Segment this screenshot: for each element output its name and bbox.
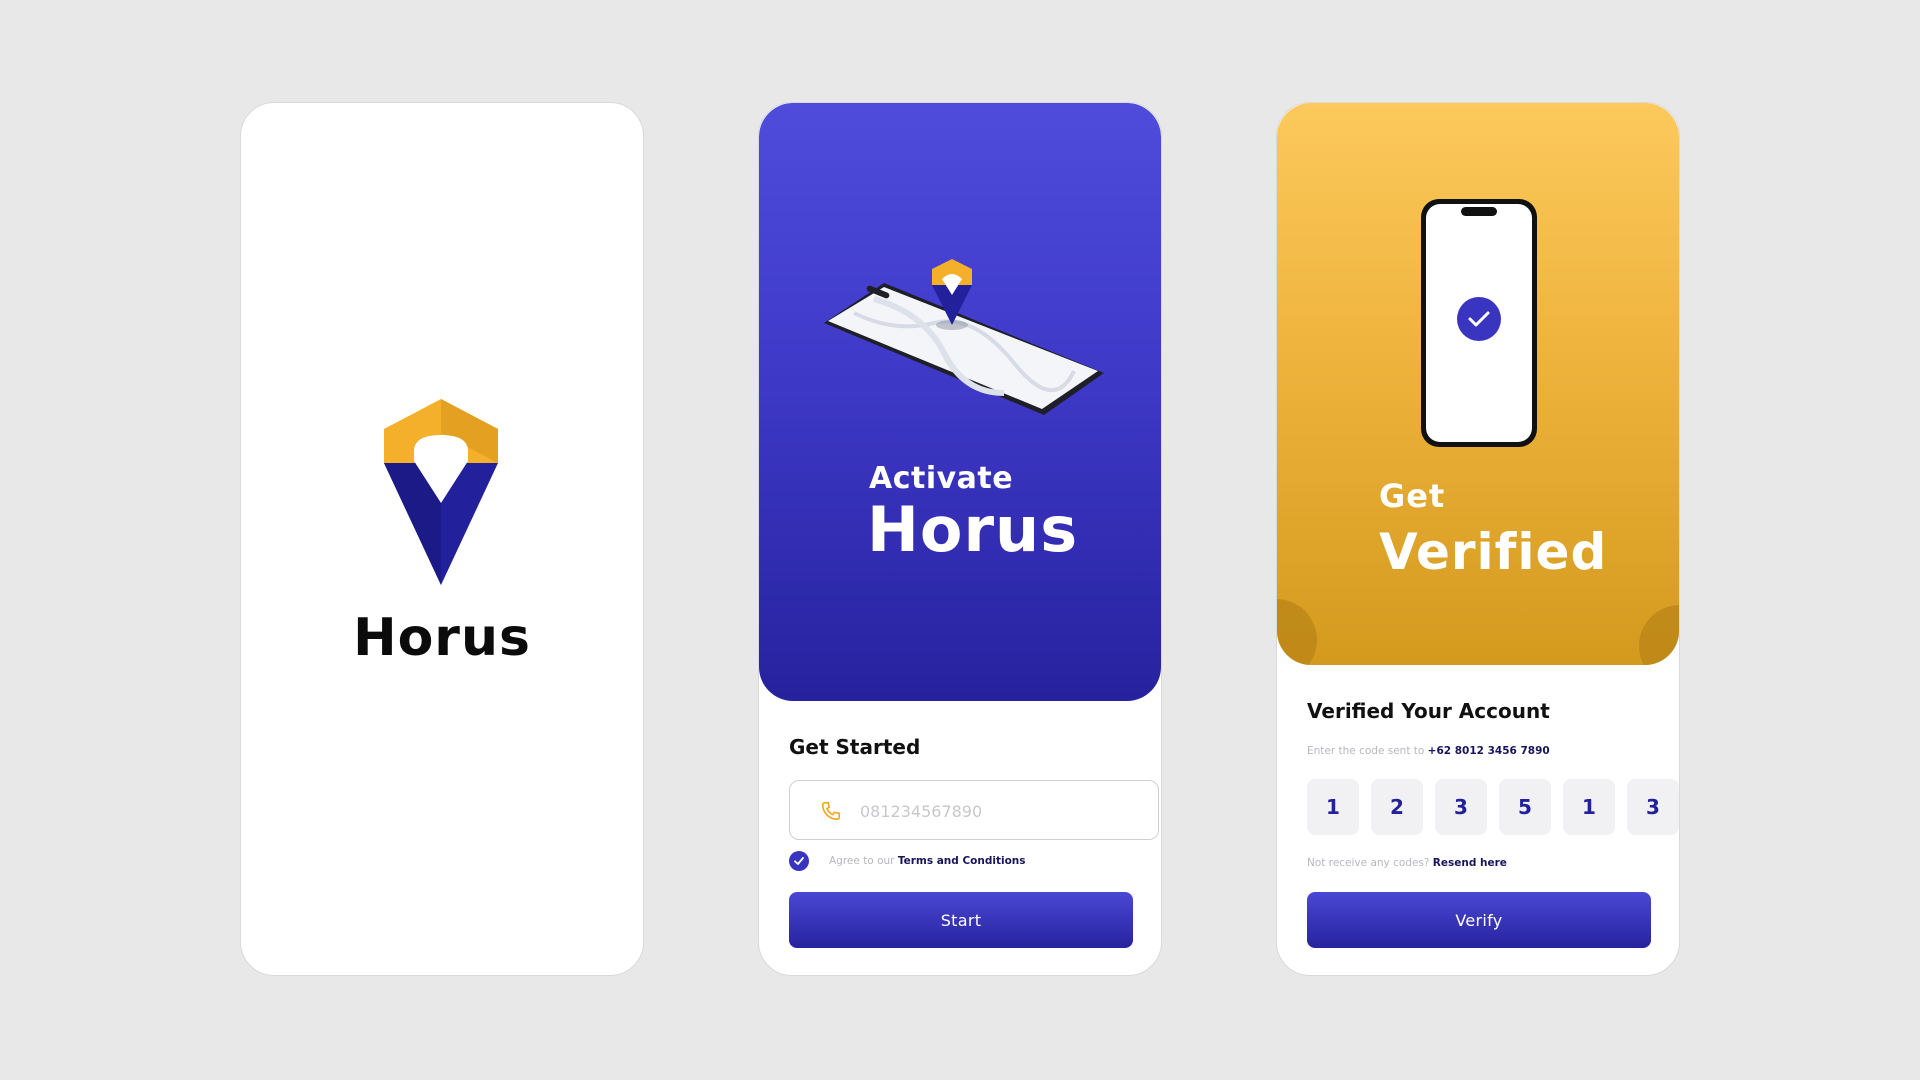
verify-button[interactable]: Verify <box>1307 892 1651 948</box>
terms-checkbox[interactable] <box>789 851 809 871</box>
start-button[interactable]: Start <box>789 892 1133 948</box>
code-sent-info: Enter the code sent to +62 8012 3456 789… <box>1307 745 1550 757</box>
verify-screen-card: Get Verified Verified Your Account Enter… <box>1276 102 1680 976</box>
terms-prefix: Agree to our <box>829 855 898 867</box>
otp-digit-box[interactable]: 1 <box>1563 779 1615 835</box>
phone-number-field[interactable] <box>789 780 1159 840</box>
hero-subtitle: Activate <box>869 461 1014 496</box>
code-info-prefix: Enter the code sent to <box>1307 745 1428 757</box>
otp-code-row: 1 2 3 5 1 3 <box>1307 779 1679 835</box>
section-title: Verified Your Account <box>1307 699 1550 723</box>
verify-hero: Get Verified <box>1277 103 1679 665</box>
phone-input[interactable] <box>858 795 1142 827</box>
splash-screen-card: Horus <box>240 102 644 976</box>
verified-check-badge <box>1457 297 1501 341</box>
terms-link[interactable]: Terms and Conditions <box>898 855 1026 867</box>
decor-shape-left <box>1277 599 1317 665</box>
decor-shape-right <box>1639 605 1679 665</box>
otp-digit-box[interactable]: 3 <box>1435 779 1487 835</box>
otp-digit-box[interactable]: 2 <box>1371 779 1423 835</box>
smartphone-icon <box>1421 199 1537 447</box>
check-icon <box>794 857 804 865</box>
otp-digit-box[interactable]: 5 <box>1499 779 1551 835</box>
hero-title: Verified <box>1379 523 1608 581</box>
horus-logo-icon <box>384 399 498 585</box>
otp-digit-box[interactable]: 1 <box>1307 779 1359 835</box>
activate-hero: Activate Horus <box>759 103 1161 701</box>
otp-digit-box[interactable]: 3 <box>1627 779 1679 835</box>
activate-screen-card: Activate Horus Get Started Agree to our … <box>758 102 1162 976</box>
hero-subtitle: Get <box>1379 477 1446 515</box>
terms-text: Agree to our Terms and Conditions <box>829 855 1026 867</box>
phone-icon <box>821 801 841 821</box>
resend-text: Not receive any codes? Resend here <box>1307 857 1507 869</box>
hero-title: Horus <box>867 493 1079 566</box>
resend-link[interactable]: Resend here <box>1433 857 1507 869</box>
phone-number: +62 8012 3456 7890 <box>1427 745 1550 757</box>
smartphone-icon <box>824 283 1104 415</box>
section-title: Get Started <box>789 735 921 759</box>
smartphone-map-illustration <box>824 259 1104 415</box>
brand-name: Horus <box>353 608 531 668</box>
resend-prefix: Not receive any codes? <box>1307 857 1433 869</box>
